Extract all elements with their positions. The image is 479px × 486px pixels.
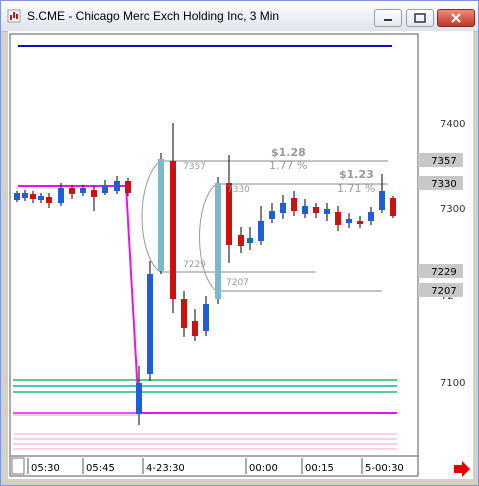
move1-low-label: 7229 xyxy=(183,260,206,270)
time-axis-scroll-left[interactable] xyxy=(11,457,25,475)
candle-body[interactable] xyxy=(58,188,64,203)
candle-body[interactable] xyxy=(313,207,319,213)
scroll-right-arrow-icon[interactable] xyxy=(454,461,470,477)
price-chart[interactable]: $1.28 1.77 % $1.23 1.71 % 7357 7229 7330… xyxy=(8,31,473,479)
candle-body[interactable] xyxy=(170,161,176,299)
candle-body[interactable] xyxy=(91,190,97,197)
candle-body[interactable] xyxy=(14,193,20,200)
candle-body[interactable] xyxy=(291,198,297,211)
candle-body[interactable] xyxy=(280,203,286,213)
window-title: S.CME - Chicago Merc Exch Holding Inc, 3… xyxy=(27,9,280,23)
candle-body[interactable] xyxy=(302,206,308,214)
move2-low-label: 7207 xyxy=(226,278,249,288)
candle-body[interactable] xyxy=(335,212,341,225)
move1-percent: 1.77 % xyxy=(269,159,307,172)
candle-body[interactable] xyxy=(379,191,385,210)
candle-body[interactable] xyxy=(192,321,198,336)
time-axis-label: 05:30 xyxy=(31,463,60,474)
move2-change: $1.23 xyxy=(339,168,374,181)
highlighted-candle-body[interactable] xyxy=(215,183,221,299)
minimize-icon xyxy=(384,19,392,21)
candle-body[interactable] xyxy=(258,221,264,241)
chart-window: S.CME - Chicago Merc Exch Holding Inc, 3… xyxy=(0,0,479,486)
chart-app-icon xyxy=(7,9,21,23)
candle-body[interactable] xyxy=(238,235,244,246)
candle-body[interactable] xyxy=(102,185,108,193)
maximize-icon xyxy=(414,13,426,23)
candle-body[interactable] xyxy=(269,211,275,219)
candle-body[interactable] xyxy=(390,198,396,216)
candle-body[interactable] xyxy=(125,181,131,193)
highlighted-candle-body[interactable] xyxy=(158,159,164,271)
price-tick-7300: 7300 xyxy=(440,204,465,215)
time-axis-label: 00:15 xyxy=(305,463,334,474)
candle-body[interactable] xyxy=(80,188,86,193)
move2-high-label: 7330 xyxy=(227,185,250,195)
time-axis xyxy=(9,455,419,477)
price-tag-7207: 7207 xyxy=(431,286,456,297)
maximize-button[interactable] xyxy=(406,9,434,27)
time-axis-label: 4-23:30 xyxy=(146,463,185,474)
candle-body[interactable] xyxy=(22,193,28,198)
candle-body[interactable] xyxy=(69,188,75,194)
time-axis-label: 5-00:30 xyxy=(365,463,404,474)
price-tick-7100: 7100 xyxy=(440,378,465,389)
candle-body[interactable] xyxy=(46,197,52,203)
price-tick-7400: 7400 xyxy=(440,119,465,130)
candle-body[interactable] xyxy=(30,194,36,199)
minimize-button[interactable] xyxy=(374,9,402,27)
candle-body[interactable] xyxy=(136,383,142,414)
chart-area[interactable]: $1.28 1.77 % $1.23 1.71 % 7357 7229 7330… xyxy=(8,31,473,479)
candle-body[interactable] xyxy=(38,196,44,200)
candle-body[interactable] xyxy=(247,238,253,243)
candle-body[interactable] xyxy=(203,304,209,331)
close-icon xyxy=(451,13,461,23)
candle-body[interactable] xyxy=(346,219,352,223)
time-axis-label: 00:00 xyxy=(249,463,278,474)
time-axis-label: 05:45 xyxy=(86,463,115,474)
close-button[interactable] xyxy=(437,9,475,27)
price-tag-7229: 7229 xyxy=(431,267,456,278)
candle-body[interactable] xyxy=(368,212,374,221)
move1-change: $1.28 xyxy=(271,146,306,159)
candle-body[interactable] xyxy=(114,181,120,191)
move1-high-label: 7357 xyxy=(183,162,206,172)
candle-body[interactable] xyxy=(324,209,330,214)
candle-body[interactable] xyxy=(147,274,153,374)
candle-body[interactable] xyxy=(181,299,187,328)
candle-body[interactable] xyxy=(357,221,363,224)
move2-percent: 1.71 % xyxy=(337,182,375,195)
price-tag-7357: 7357 xyxy=(431,156,456,167)
price-tag-7330: 7330 xyxy=(431,179,456,190)
title-bar[interactable]: S.CME - Chicago Merc Exch Holding Inc, 3… xyxy=(1,1,478,32)
